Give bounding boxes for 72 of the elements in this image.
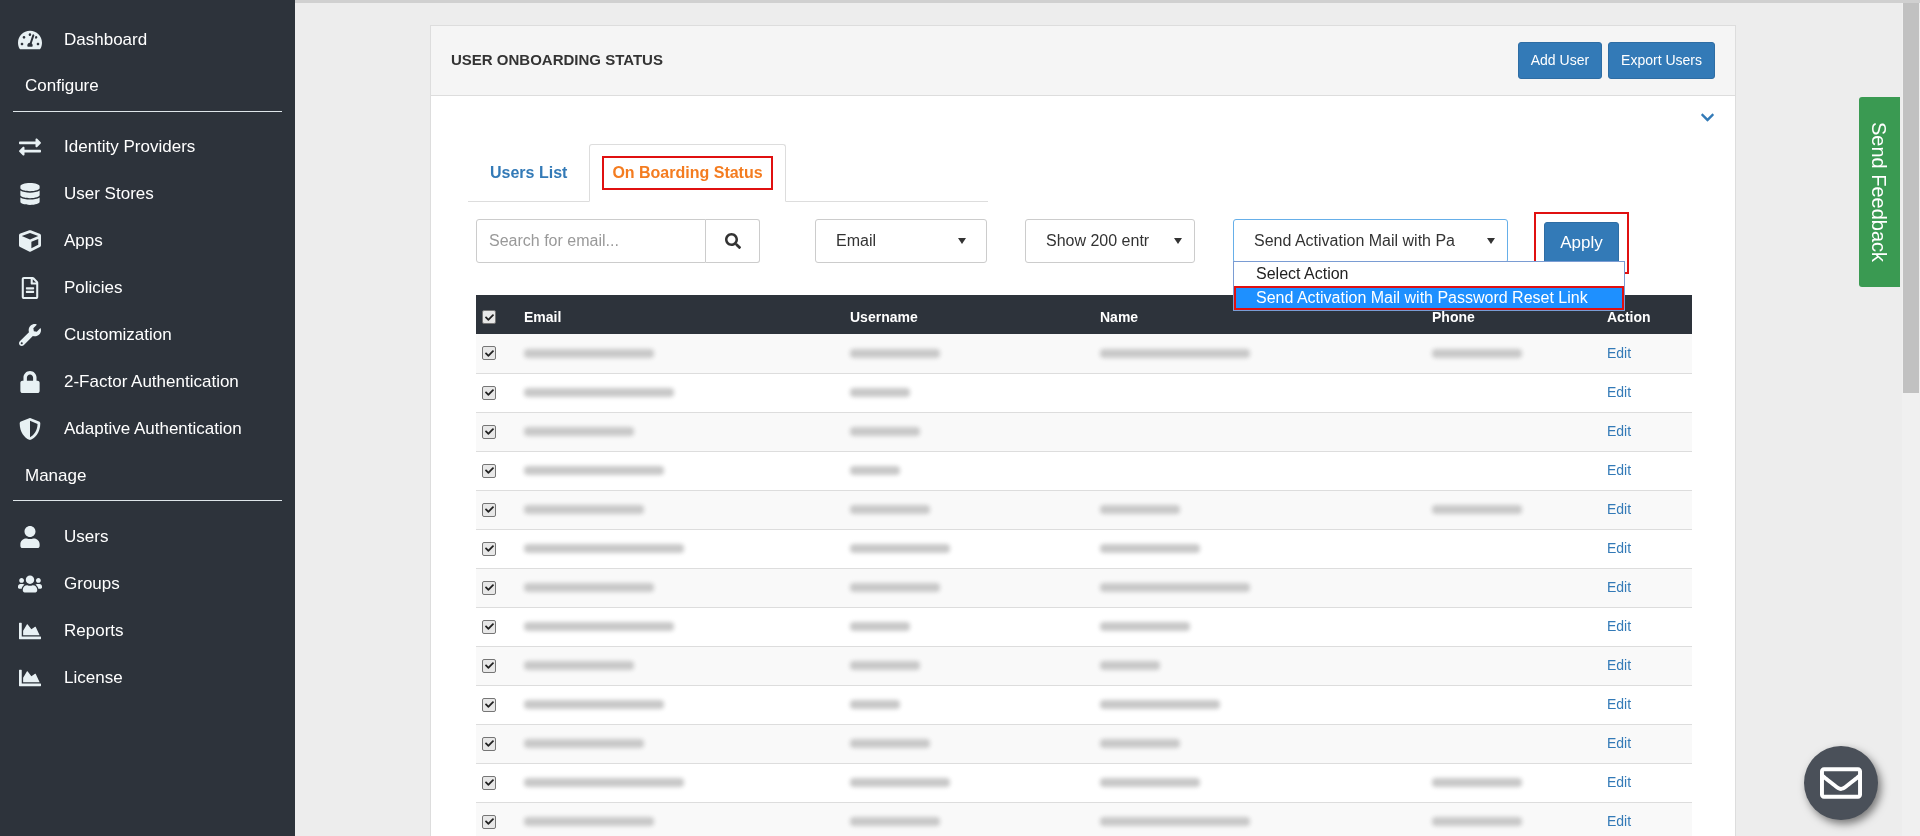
column-header: Name [1100, 309, 1139, 325]
column-header: Action [1607, 309, 1651, 325]
panel-title: USER ONBOARDING STATUS [451, 50, 663, 71]
edit-link[interactable]: Edit [1607, 618, 1632, 634]
caret-icon [1487, 238, 1495, 244]
checkbox[interactable] [482, 541, 496, 556]
sidebar-item[interactable]: Identity Providers [0, 123, 295, 171]
search-icon [724, 233, 741, 249]
edit-link[interactable]: Edit [1607, 774, 1632, 790]
search-field[interactable]: Search for email... [476, 219, 706, 263]
entries-select[interactable]: Show 200 entr [1025, 219, 1195, 263]
column-header: Username [850, 309, 918, 325]
sidebar-item[interactable]: 2-Factor Authentication [0, 358, 295, 406]
checkbox[interactable] [482, 424, 496, 439]
filter-select[interactable]: Email [815, 219, 987, 263]
sidebar-item[interactable]: User Stores [0, 170, 295, 218]
sidebar-section-label: Configure [24, 76, 99, 95]
header-button[interactable]: Add User [1517, 42, 1603, 79]
sidebar-item[interactable]: Policies [0, 264, 295, 312]
sidebar-item[interactable]: Dashboard [0, 16, 295, 63]
database-icon [18, 183, 42, 205]
sidebar-item[interactable]: Apps [0, 217, 295, 265]
column-header: Email [524, 309, 562, 325]
edit-link[interactable]: Edit [1607, 735, 1632, 751]
lock-icon [18, 371, 42, 393]
checkbox[interactable] [482, 502, 496, 517]
edit-link[interactable]: Edit [1607, 813, 1632, 829]
mail-button[interactable] [1804, 746, 1878, 820]
edit-link[interactable]: Edit [1607, 462, 1632, 478]
checkbox[interactable] [482, 385, 496, 400]
user-icon [18, 525, 42, 548]
dropdown-option[interactable]: Send Activation Mail with Password Reset Link [1234, 286, 1624, 310]
checkbox[interactable] [482, 619, 496, 634]
arrows-icon [18, 136, 42, 158]
edit-link[interactable]: Edit [1607, 696, 1632, 712]
cube-icon [18, 230, 42, 252]
wrench-icon [18, 324, 42, 346]
caret-icon [958, 238, 966, 244]
checkbox[interactable] [482, 310, 496, 324]
dropdown-option[interactable]: Select Action [1234, 262, 1624, 286]
edit-link[interactable]: Edit [1607, 384, 1632, 400]
header-button[interactable]: Export Users [1608, 42, 1715, 79]
sidebar-item[interactable]: Groups [0, 560, 295, 607]
edit-link[interactable]: Edit [1607, 657, 1632, 673]
checkbox[interactable] [482, 775, 496, 790]
edit-link[interactable]: Edit [1607, 423, 1632, 439]
column-header: Phone [1432, 309, 1475, 325]
edit-link[interactable]: Edit [1607, 540, 1632, 556]
feedback-tab[interactable]: Send Feedback [1859, 97, 1900, 287]
tab[interactable]: On Boarding Status [589, 144, 786, 202]
checkbox[interactable] [482, 463, 496, 478]
shield-icon [18, 418, 42, 440]
checkbox[interactable] [482, 346, 496, 361]
gauge-icon [18, 28, 42, 51]
edit-link[interactable]: Edit [1607, 579, 1632, 595]
sidebar-item[interactable]: Adaptive Authentication [0, 405, 295, 453]
apply-button[interactable]: Apply [1544, 222, 1619, 264]
checkbox[interactable] [482, 580, 496, 595]
sidebar-section-label: Manage [24, 465, 87, 485]
sidebar-item[interactable]: Reports [0, 607, 295, 654]
tab[interactable]: Users List [468, 144, 590, 202]
sidebar-item[interactable]: License [0, 654, 295, 701]
sidebar-item[interactable]: Users [0, 513, 295, 560]
edit-link[interactable]: Edit [1607, 344, 1632, 361]
caret-icon [1174, 238, 1182, 244]
checkbox[interactable] [482, 736, 496, 751]
checkbox[interactable] [482, 814, 496, 829]
search-button[interactable] [706, 219, 760, 263]
checkbox[interactable] [482, 658, 496, 673]
sidebar-item[interactable]: Customization [0, 311, 295, 359]
edit-link[interactable]: Edit [1607, 501, 1632, 517]
checkbox[interactable] [482, 697, 496, 712]
